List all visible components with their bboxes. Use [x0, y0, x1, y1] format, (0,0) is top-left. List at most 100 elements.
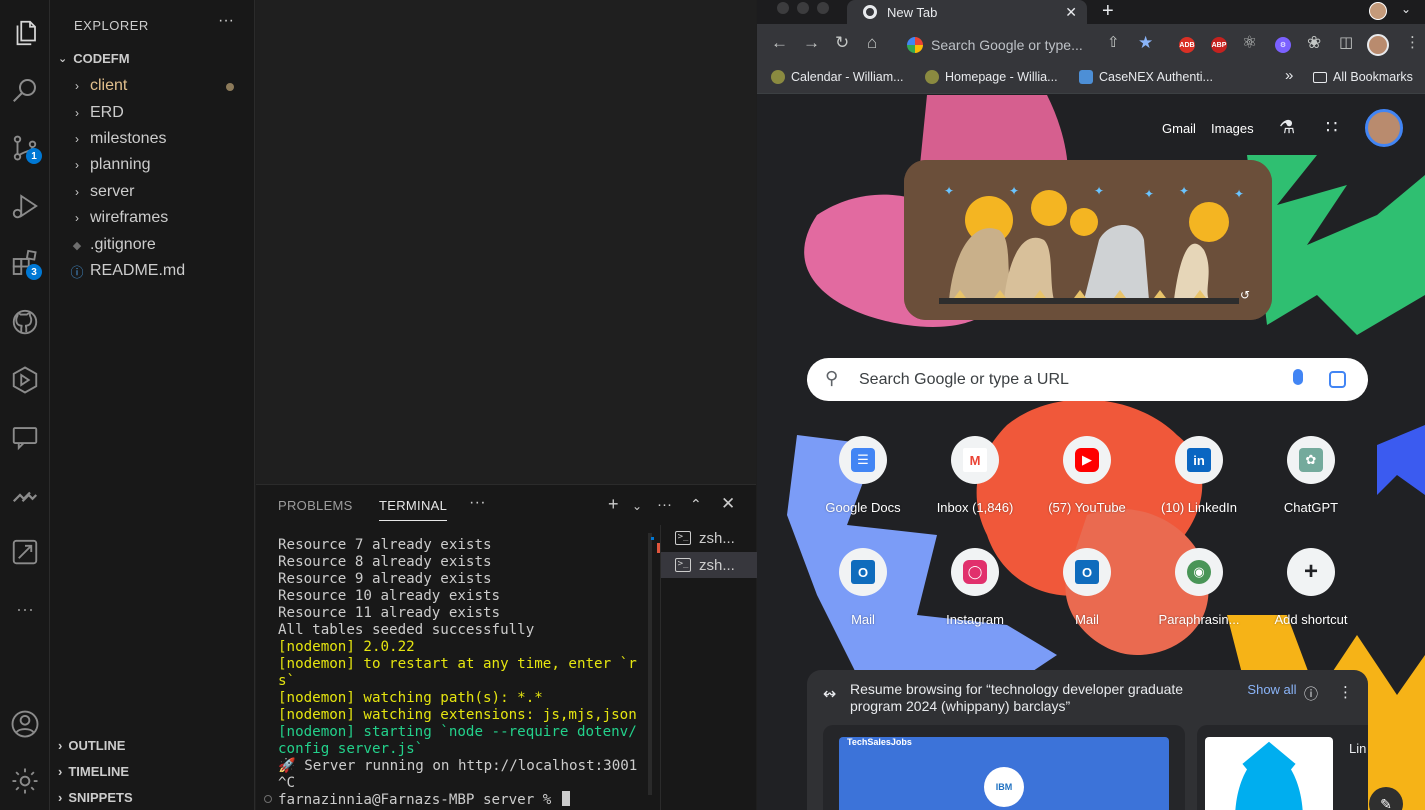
- abp-icon[interactable]: ABP: [1211, 37, 1227, 53]
- extension-gear-icon[interactable]: ⚙: [1275, 37, 1291, 53]
- close-panel-icon[interactable]: ✕: [721, 494, 735, 514]
- timeline-section[interactable]: › TIMELINE: [58, 764, 129, 779]
- terminal-more-icon[interactable]: ···: [657, 496, 672, 513]
- more-views-icon[interactable]: ···: [7, 591, 43, 627]
- extensions-icon[interactable]: 3: [7, 246, 43, 282]
- resume-tile-techsales[interactable]: TechSalesJobs IBM: [823, 725, 1185, 810]
- info-icon[interactable]: ⓘ: [1304, 684, 1318, 704]
- shortcut-tile[interactable]: O Mail: [807, 548, 919, 648]
- doodle-share-icon[interactable]: ↺: [1240, 288, 1250, 302]
- tree-item-milestones[interactable]: › milestones: [70, 127, 250, 151]
- terminal-scrollbar[interactable]: [648, 533, 652, 795]
- remote-explorer-icon[interactable]: [7, 362, 43, 398]
- terminal-item[interactable]: >_ zsh...: [661, 552, 757, 578]
- editor-area[interactable]: [256, 0, 756, 484]
- tree-item-readme[interactable]: ⓘ README.md: [70, 259, 250, 283]
- tree-item-gitignore[interactable]: ◆ .gitignore: [70, 233, 250, 257]
- maximize-panel-icon[interactable]: ⌃: [690, 496, 702, 513]
- address-bar[interactable]: Search Google or type...: [897, 31, 1132, 59]
- search-icon[interactable]: [7, 72, 43, 108]
- workspace-folder[interactable]: ⌄ CODEFM: [58, 51, 130, 66]
- tree-item-planning[interactable]: › planning: [70, 153, 250, 177]
- terminal-line: Resource 8 already exists: [278, 554, 492, 570]
- chat-icon[interactable]: [7, 420, 43, 456]
- side-panel-icon[interactable]: ◫: [1339, 33, 1353, 51]
- bookmark-item[interactable]: Homepage - Willia...: [925, 70, 1058, 84]
- terminal-output[interactable]: Resource 7 already exists Resource 8 alre…: [278, 537, 658, 809]
- vscode-window: 1 3 ··· EXPLORER ··· ⌄ CODEFM › client ›…: [0, 0, 757, 810]
- show-all-link[interactable]: Show all: [1247, 682, 1297, 698]
- settings-gear-icon[interactable]: [7, 763, 43, 799]
- tab-search-chevron-icon[interactable]: ⌄: [1401, 2, 1411, 16]
- bookmark-item[interactable]: CaseNEX Authenti...: [1079, 70, 1213, 84]
- voice-search-mic-icon[interactable]: [1293, 369, 1303, 385]
- tab-new-tab[interactable]: New Tab ✕: [847, 0, 1087, 24]
- shortcut-icon-circle: in: [1175, 436, 1223, 484]
- card-menu-icon[interactable]: ⋮: [1338, 683, 1353, 701]
- shortcut-tile[interactable]: ◯ Instagram: [919, 548, 1031, 648]
- snippets-section[interactable]: › SNIPPETS: [58, 790, 133, 805]
- apps-grid-icon[interactable]: ∷: [1326, 117, 1337, 138]
- tree-item-label: wireframes: [90, 209, 169, 226]
- profile-avatar[interactable]: [1367, 34, 1389, 56]
- modified-dot: [226, 83, 234, 91]
- images-link[interactable]: Images: [1211, 121, 1254, 136]
- zoom-window-button[interactable]: [817, 2, 829, 14]
- bookmark-label: Homepage - Willia...: [945, 70, 1058, 84]
- close-tab-icon[interactable]: ✕: [1065, 4, 1077, 21]
- account-avatar[interactable]: [1365, 109, 1403, 147]
- shortcut-tile[interactable]: + Add shortcut: [1255, 548, 1367, 648]
- tree-item-server[interactable]: › server: [70, 180, 250, 204]
- adblock-icon[interactable]: ADB: [1179, 37, 1195, 53]
- close-window-button[interactable]: [777, 2, 789, 14]
- minimize-window-button[interactable]: [797, 2, 809, 14]
- bookmark-item[interactable]: Calendar - William...: [771, 70, 904, 84]
- reload-icon[interactable]: ↻: [835, 33, 849, 53]
- tree-item-client[interactable]: › client: [70, 74, 250, 98]
- chrome-menu-icon[interactable]: ⋮: [1405, 33, 1420, 51]
- new-tab-plus-icon[interactable]: +: [1102, 0, 1114, 23]
- shortcut-tile[interactable]: ▶ (57) YouTube: [1031, 436, 1143, 536]
- chevron-down-icon[interactable]: ⌄: [632, 499, 642, 513]
- outline-section[interactable]: › OUTLINE: [58, 738, 125, 753]
- panel-more-button[interactable]: ···: [469, 494, 486, 512]
- google-doodle[interactable]: ✦ ✦ ✦ ✦ ✦ ✦ ↺: [904, 160, 1272, 320]
- bookmarks-overflow[interactable]: »: [1285, 67, 1293, 84]
- tree-item-wireframes[interactable]: › wireframes: [70, 206, 250, 230]
- tab-problems[interactable]: PROBLEMS: [278, 498, 353, 513]
- ntp-search-box[interactable]: ⚲ Search Google or type a URL: [807, 358, 1368, 401]
- profile-avatar[interactable]: [1369, 2, 1387, 20]
- shortcut-tile[interactable]: ◉ Paraphrasin...: [1143, 548, 1255, 648]
- shortcut-tile[interactable]: ✿ ChatGPT: [1255, 436, 1367, 536]
- gmail-link[interactable]: Gmail: [1162, 121, 1196, 136]
- github-icon[interactable]: [7, 304, 43, 340]
- new-terminal-plus-icon[interactable]: +: [608, 494, 619, 515]
- account-icon[interactable]: [7, 706, 43, 742]
- source-control-icon[interactable]: 1: [7, 130, 43, 166]
- resume-tile-barclays[interactable]: Lin: [1197, 725, 1368, 810]
- history-icon[interactable]: [7, 534, 43, 570]
- explorer-icon[interactable]: [7, 15, 43, 51]
- react-devtools-icon[interactable]: ⚛: [1242, 33, 1257, 53]
- bookmarks-bar: Calendar - William... Homepage - Willia.…: [757, 64, 1425, 94]
- shortcut-tile[interactable]: in (10) LinkedIn: [1143, 436, 1255, 536]
- all-bookmarks[interactable]: All Bookmarks: [1313, 70, 1413, 84]
- forward-arrow-icon[interactable]: →: [803, 33, 820, 53]
- home-icon[interactable]: ⌂: [867, 33, 877, 53]
- labs-flask-icon[interactable]: ⚗: [1279, 117, 1295, 138]
- google-lens-icon[interactable]: [1329, 371, 1346, 388]
- shortcut-tile[interactable]: M Inbox (1,846): [919, 436, 1031, 536]
- shortcut-tile[interactable]: O Mail: [1031, 548, 1143, 648]
- shortcut-tile[interactable]: ☰ Google Docs: [807, 436, 919, 536]
- bookmark-star-icon[interactable]: ★: [1138, 33, 1153, 53]
- run-debug-icon[interactable]: [7, 188, 43, 224]
- extensions-puzzle-icon[interactable]: ❀: [1307, 33, 1321, 53]
- chatgpt-icon: ✿: [1299, 448, 1323, 472]
- tab-terminal[interactable]: TERMINAL: [379, 498, 448, 521]
- share-icon[interactable]: ⇧: [1107, 33, 1120, 51]
- back-arrow-icon[interactable]: ←: [771, 33, 788, 53]
- terminal-item[interactable]: >_ zsh...: [661, 525, 757, 551]
- live-share-icon[interactable]: [7, 477, 43, 513]
- tree-item-erd[interactable]: › ERD: [70, 101, 250, 125]
- explorer-more-button[interactable]: ···: [218, 12, 234, 30]
